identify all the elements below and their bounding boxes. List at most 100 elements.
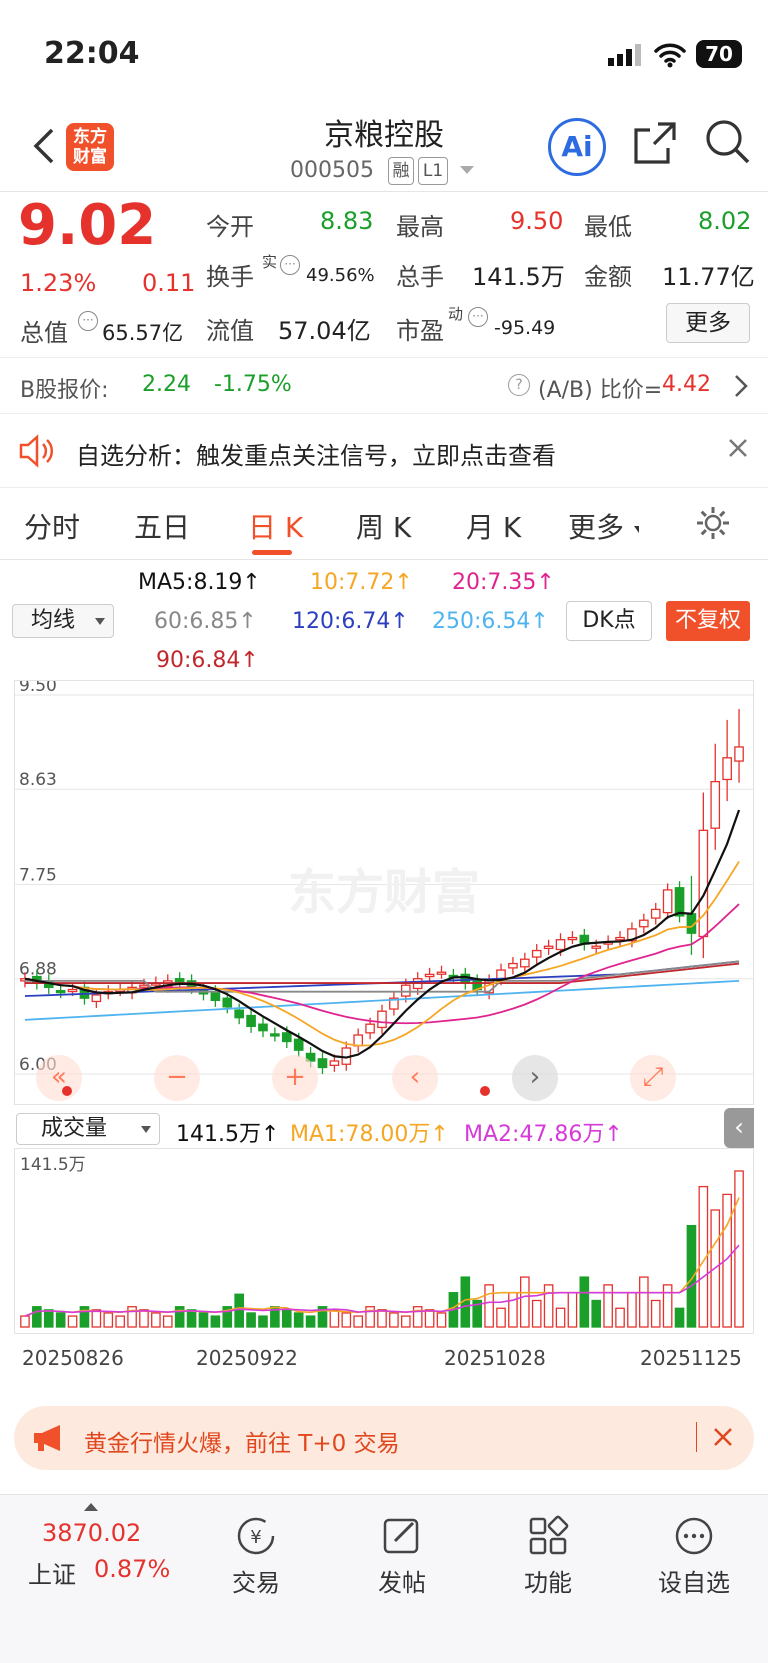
volume-bar [377,1309,387,1328]
ma-selector[interactable]: 均线 [12,604,114,638]
volume-bar [115,1315,125,1328]
ma-selector-label: 均线 [31,608,76,633]
help-icon[interactable]: ? [508,374,530,396]
volume-bar [603,1284,613,1328]
promo-text: 黄金行情火爆，前往 T+0 交易 [84,1431,400,1457]
more-button[interactable]: 更多 [666,303,750,343]
volume-bar [543,1284,554,1328]
collapse-button[interactable]: ‹ [724,1108,754,1148]
volume-bar [186,1309,197,1328]
search-icon[interactable] [704,118,752,170]
nav-watchlist[interactable]: 设自选 [634,1515,754,1598]
amount-value: 11.77亿 [662,263,755,291]
stock-header: 东方 财富 京粮控股 000505 融 L1 Ai [0,100,768,192]
amount-label: 金额 [584,263,632,291]
kline-chart[interactable]: 9.50 8.63 7.75 6.88 6.00 东方财富 [14,676,754,1105]
y-tick-label: 8.63 [19,770,57,790]
fullscreen-icon[interactable]: ⤢ [630,1055,676,1101]
b-share-pct: -1.75% [214,372,292,397]
candle [496,969,506,980]
nav-trade[interactable]: ¥ 交易 [196,1515,316,1598]
caret-down-icon [95,618,105,625]
volume-axis-top: 141.5万 [20,1155,86,1175]
caret-up-icon [84,1503,98,1511]
change-amount: 0.11 [142,269,196,297]
share-icon[interactable] [632,120,678,170]
candle [674,887,685,917]
candle [377,1010,387,1029]
candle [710,780,721,829]
scroll-left-fast-button[interactable]: « [36,1055,82,1101]
scroll-left-button[interactable]: ‹ [392,1055,438,1101]
volume-current: 141.5万↑ [176,1122,280,1147]
volume-bar [567,1292,578,1328]
info-icon[interactable]: ··· [468,307,488,327]
candle [365,1023,375,1034]
more-dots-icon [675,1517,713,1555]
index-value[interactable]: 3870.02 [42,1519,141,1547]
candle [722,757,732,781]
candle [222,997,233,1008]
settings-icon[interactable] [694,504,732,546]
y-tick-label: 7.75 [19,866,57,886]
close-icon[interactable] [712,1426,734,1452]
dropdown-icon[interactable] [460,166,474,174]
nav-post[interactable]: 发帖 [342,1515,462,1598]
candle [329,1060,340,1066]
tab-4[interactable]: 月 K [466,506,521,546]
nav-function[interactable]: 功能 [488,1515,608,1598]
tab-5[interactable]: 更多 [568,506,624,546]
marker-dot [480,1086,490,1096]
ma10-label: 10:7.72↑ [310,570,413,595]
bottom-nav: 3870.02 上证 0.87% ¥ 交易 发帖 功能 设自选 [0,1494,768,1663]
info-icon[interactable]: ··· [78,311,98,331]
level-tag: L1 [418,157,448,185]
ma90-label: 90:6.84↑ [156,648,259,673]
notice-bar[interactable]: 自选分析：触发重点关注信号，立即点击查看 [0,414,768,488]
tab-2[interactable]: 日 K [248,506,303,546]
chevron-right-icon[interactable] [734,374,748,402]
adjust-button[interactable]: 不复权 [666,601,750,641]
candle [210,991,221,1002]
notice-text: 自选分析：触发重点关注信号，立即点击查看 [76,442,556,470]
ma250-label: 250:6.54↑ [432,609,549,634]
zoom-out-button[interactable]: − [154,1055,200,1101]
candle [258,1023,268,1032]
turnover-label: 换手 [206,263,254,291]
volume-svg [20,1170,744,1328]
last-price: 9.02 [18,193,157,258]
volume-bar [555,1307,566,1328]
promo-banner[interactable]: 黄金行情火爆，前往 T+0 交易 [14,1406,754,1470]
zoom-in-button[interactable]: + [272,1055,318,1101]
volume-selector-label: 成交量 [41,1116,108,1141]
caret-icon [634,526,639,533]
candle [91,994,102,1003]
volume-bar [162,1315,173,1328]
info-icon[interactable]: ··· [280,255,300,275]
tab-3[interactable]: 周 K [356,506,411,546]
b-share-row[interactable]: B股报价: 2.24 -1.75% ? (A/B) 比价= 4.42 [0,358,768,414]
volume-bar [662,1284,673,1328]
close-icon[interactable] [726,436,750,464]
volume-selector[interactable]: 成交量 [16,1113,160,1145]
candle [436,971,447,975]
high-label: 最高 [396,213,444,241]
candle [662,889,673,914]
index-name[interactable]: 上证 [28,1555,76,1590]
nav-watchlist-label: 设自选 [658,1569,730,1597]
volume-bar [579,1276,590,1328]
candle [424,973,435,978]
ai-button[interactable]: Ai [548,118,606,176]
tab-0[interactable]: 分时 [24,506,80,546]
candle [234,1009,244,1019]
volume-chart[interactable] [14,1148,754,1334]
tab-1[interactable]: 五日 [134,506,190,546]
dk-point-button[interactable]: DK点 [566,601,652,641]
candle [246,1014,256,1028]
scroll-right-button[interactable]: › [512,1055,558,1101]
volume-bar [389,1312,399,1328]
candle [520,958,530,968]
index-pct[interactable]: 0.87% [94,1555,170,1583]
low-value: 8.02 [698,207,752,235]
volume-ma1: MA1:78.00万↑ [290,1122,449,1147]
